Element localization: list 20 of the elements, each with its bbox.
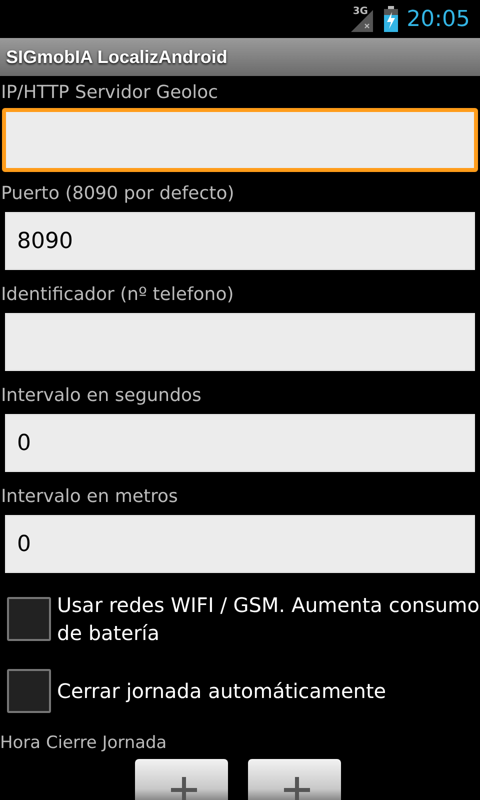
clock-time: 20:05 xyxy=(406,6,470,32)
field-label: IP/HTTP Servidor Geoloc xyxy=(0,81,220,105)
checkbox-label: Cerrar jornada automáticamente xyxy=(57,678,386,705)
checkbox[interactable] xyxy=(7,669,51,713)
input-field[interactable]: 8090 xyxy=(5,212,475,270)
time-picker-label: Hora Cierre Jornada xyxy=(0,732,168,755)
field-label: Puerto (8090 por defecto) xyxy=(0,182,236,206)
input-field[interactable]: 0 xyxy=(5,414,475,472)
input-field[interactable] xyxy=(2,108,478,172)
field-label: Intervalo en metros xyxy=(0,485,179,509)
increment-button[interactable] xyxy=(135,759,228,800)
input-field[interactable]: 0 xyxy=(5,515,475,573)
checkbox[interactable] xyxy=(7,597,51,641)
increment-button[interactable] xyxy=(248,759,341,800)
battery-icon xyxy=(382,6,399,32)
field-label: Intervalo en segundos xyxy=(0,384,202,408)
field-label: Identificador (nº telefono) xyxy=(0,283,235,307)
checkbox-label: Usar redes WIFI / GSM. Aumenta consumo de batería xyxy=(57,592,480,647)
network-type-label: 3G xyxy=(352,6,368,17)
app-title: SIGmobIA LocalizAndroid xyxy=(6,46,228,68)
